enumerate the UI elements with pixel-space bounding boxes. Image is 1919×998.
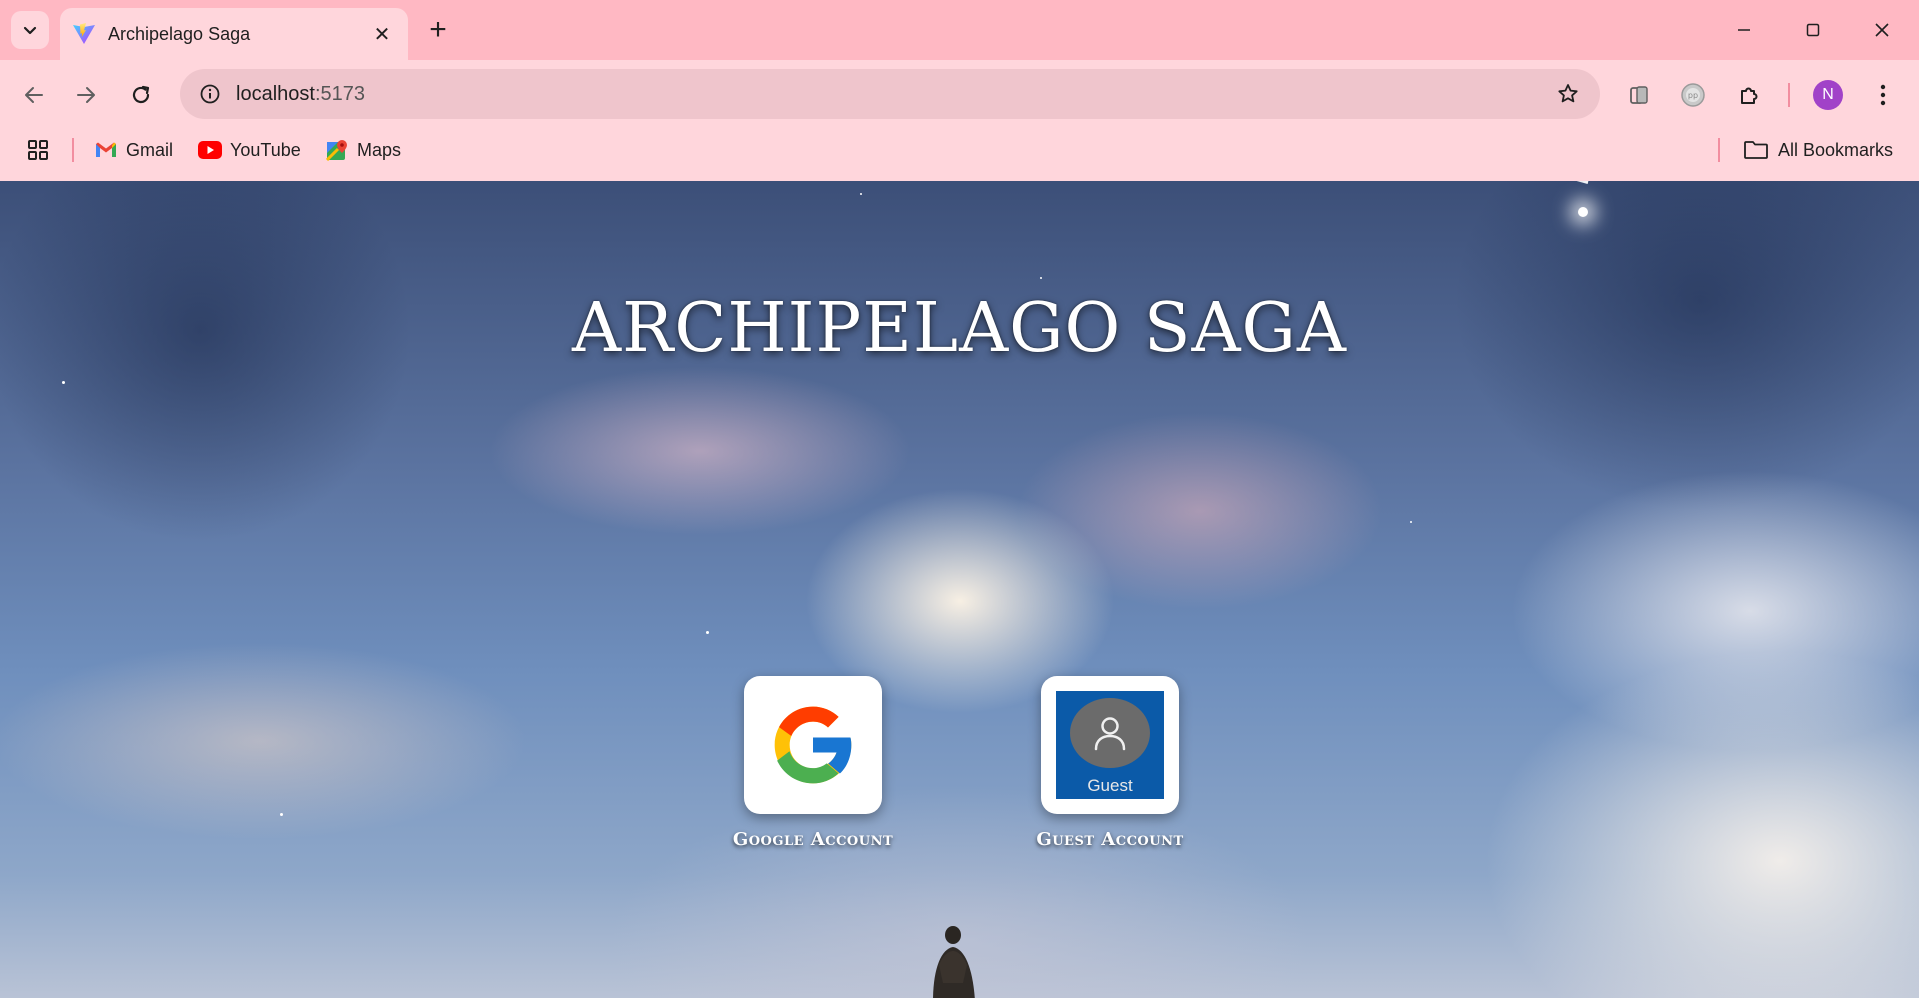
url-host: localhost bbox=[236, 83, 315, 105]
new-tab-button[interactable]: + bbox=[422, 14, 454, 46]
url-port: :5173 bbox=[314, 83, 365, 105]
close-window-button[interactable] bbox=[1856, 12, 1908, 48]
tab-search-button[interactable] bbox=[11, 11, 49, 49]
bookmark-gmail[interactable]: Gmail bbox=[94, 134, 173, 166]
guest-user-icon bbox=[1070, 698, 1150, 768]
apps-grid-icon bbox=[28, 140, 48, 160]
gmail-icon bbox=[94, 138, 118, 162]
page-viewport: ARCHIPELAGO SAGA Google Account Guest Gu… bbox=[0, 181, 1919, 998]
star-dot bbox=[62, 381, 65, 384]
browser-window: Archipelago Saga ✕ + localhost:5173 pp N… bbox=[0, 0, 1919, 998]
tab-close-icon[interactable]: ✕ bbox=[368, 20, 396, 48]
vite-favicon-icon bbox=[72, 22, 96, 46]
browser-menu-button[interactable] bbox=[1863, 75, 1903, 115]
puzzle-piece-icon bbox=[1741, 87, 1758, 104]
game-title: ARCHIPELAGO SAGA bbox=[572, 289, 1347, 368]
site-info-icon[interactable] bbox=[192, 76, 228, 112]
bookmark-label: YouTube bbox=[230, 139, 301, 160]
tab-title: Archipelago Saga bbox=[108, 23, 251, 44]
extensions-button[interactable] bbox=[1729, 75, 1769, 115]
bookmark-youtube[interactable]: YouTube bbox=[198, 134, 301, 166]
reading-mode-icon bbox=[1630, 86, 1648, 104]
star-dot bbox=[860, 193, 862, 195]
forward-button[interactable] bbox=[66, 75, 106, 115]
back-button[interactable] bbox=[14, 75, 54, 115]
all-bookmarks-label: All Bookmarks bbox=[1778, 139, 1894, 160]
google-account-label[interactable]: Google Account bbox=[693, 829, 933, 850]
minimize-button[interactable] bbox=[1718, 12, 1770, 48]
folder-icon bbox=[1742, 138, 1770, 162]
bookmark-maps[interactable]: Maps bbox=[325, 134, 401, 166]
bookmarks-divider bbox=[72, 138, 74, 162]
traveler-silhouette bbox=[933, 926, 975, 998]
tab-strip: Archipelago Saga ✕ + bbox=[0, 0, 1919, 60]
all-bookmarks-button[interactable]: All Bookmarks bbox=[1742, 134, 1893, 166]
close-icon bbox=[1875, 23, 1889, 37]
apps-button[interactable] bbox=[18, 130, 58, 170]
star-dot bbox=[1040, 277, 1042, 279]
chevron-down-icon bbox=[23, 26, 37, 35]
star-dot bbox=[280, 813, 283, 816]
extension-pp-button[interactable]: pp bbox=[1673, 75, 1713, 115]
bookmark-label: Gmail bbox=[126, 139, 174, 160]
guest-account-label[interactable]: Guest Account bbox=[990, 829, 1230, 850]
guest-tile-image: Guest bbox=[1056, 691, 1164, 799]
youtube-icon bbox=[198, 138, 222, 162]
url-text[interactable]: localhost:5173 bbox=[236, 69, 365, 119]
svg-text:pp: pp bbox=[1688, 91, 1698, 100]
forward-arrow-icon bbox=[77, 87, 95, 103]
bookmarks-right-divider bbox=[1718, 138, 1720, 162]
reading-mode-button[interactable] bbox=[1619, 75, 1659, 115]
star-sparkle bbox=[1578, 207, 1588, 217]
google-login-button[interactable] bbox=[744, 676, 882, 814]
guest-tile-text: Guest bbox=[1087, 776, 1133, 795]
profile-avatar[interactable]: N bbox=[1813, 80, 1843, 110]
reload-icon bbox=[132, 85, 150, 104]
maps-icon bbox=[325, 138, 349, 162]
reload-button[interactable] bbox=[121, 75, 161, 115]
minimize-icon bbox=[1738, 29, 1750, 31]
tab-archipelago-saga[interactable]: Archipelago Saga ✕ bbox=[60, 8, 408, 60]
guest-login-button[interactable]: Guest bbox=[1041, 676, 1179, 814]
star-dot bbox=[1410, 521, 1412, 523]
maximize-icon bbox=[1806, 23, 1820, 37]
extension-pp-icon: pp bbox=[1681, 83, 1705, 107]
google-logo-icon bbox=[774, 706, 854, 784]
toolbar-divider bbox=[1788, 83, 1790, 107]
more-vertical-icon bbox=[1880, 84, 1886, 106]
maximize-button[interactable] bbox=[1787, 12, 1839, 48]
address-bar[interactable]: localhost:5173 bbox=[180, 69, 1600, 119]
star-dot bbox=[706, 631, 709, 634]
shooting-star-streak bbox=[1463, 181, 1589, 184]
bookmark-star-icon[interactable] bbox=[1550, 76, 1586, 112]
bookmark-label: Maps bbox=[357, 139, 402, 160]
back-arrow-icon bbox=[25, 87, 43, 103]
